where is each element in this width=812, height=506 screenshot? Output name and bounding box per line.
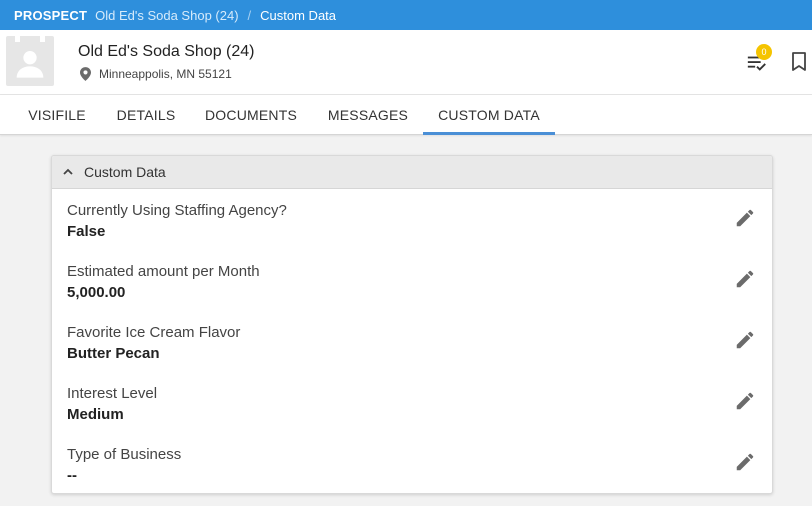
custom-field: Favorite Ice Cream Flavor Butter Pecan [67,324,757,374]
field-value: -- [67,467,77,484]
record-title: Old Ed's Soda Shop (24) [78,43,255,60]
edit-button[interactable] [734,451,756,473]
avatar-clip-left [15,36,20,42]
edit-button[interactable] [734,268,756,290]
custom-field: Type of Business -- [67,446,757,493]
field-value: 5,000.00 [67,284,126,301]
tab-details[interactable]: DETAILS [108,95,184,135]
breadcrumb-module[interactable]: PROSPECT [14,8,87,23]
field-label: Interest Level [67,385,158,402]
bookmark-icon [792,52,806,71]
record-header: Old Ed's Soda Shop (24) Minneappolis, MN… [0,30,812,95]
breadcrumb-record-link[interactable]: Old Ed's Soda Shop (24) [95,8,238,23]
avatar-clip-right [40,36,45,42]
edit-button[interactable] [734,390,756,412]
bookmark-button[interactable] [791,52,809,74]
chevron-up-icon [63,168,73,175]
pencil-icon [736,209,754,227]
breadcrumb: PROSPECT Old Ed's Soda Shop (24) / Custo… [0,0,812,30]
pencil-icon [736,392,754,410]
panel-title: Custom Data [84,164,166,180]
custom-field: Interest Level Medium [67,385,757,435]
custom-field: Currently Using Staffing Agency? False [67,202,757,252]
edit-button[interactable] [734,207,756,229]
tasks-badge: 0 [756,44,772,60]
custom-field: Estimated amount per Month 5,000.00 [67,263,757,313]
breadcrumb-current: Custom Data [260,7,337,23]
field-label: Estimated amount per Month [67,263,260,280]
location-text: Minneappolis, MN 55121 [99,67,232,81]
tab-bar: VISIFILE DETAILS DOCUMENTS MESSAGES CUST… [0,95,812,135]
person-silhouette-icon [16,51,44,78]
breadcrumb-separator: / [247,7,252,23]
pencil-icon [736,453,754,471]
panel-header[interactable]: Custom Data [52,156,772,189]
custom-data-panel: Custom Data Currently Using Staffing Age… [51,155,773,494]
avatar [6,36,54,86]
pencil-icon [736,270,754,288]
map-pin-icon [80,67,91,81]
field-label: Currently Using Staffing Agency? [67,202,287,219]
field-value: Butter Pecan [67,345,160,362]
tab-custom-data[interactable]: CUSTOM DATA [423,95,555,135]
pencil-icon [736,331,754,349]
field-value: Medium [67,406,124,423]
tasks-button[interactable]: 0 [746,44,772,74]
field-label: Type of Business [67,446,182,463]
tab-visifile[interactable]: VISIFILE [20,95,94,135]
edit-button[interactable] [734,329,756,351]
field-label: Favorite Ice Cream Flavor [67,324,241,341]
tab-messages[interactable]: MESSAGES [318,95,418,135]
tab-documents[interactable]: DOCUMENTS [198,95,304,135]
field-value: False [67,223,106,240]
record-location: Minneappolis, MN 55121 [80,67,232,81]
